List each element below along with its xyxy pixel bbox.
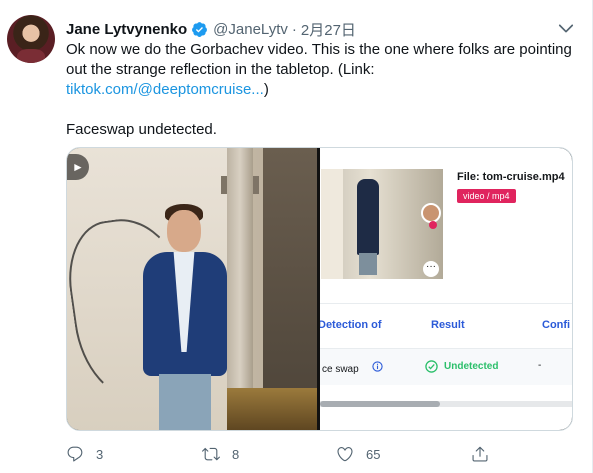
scrollbar-thumb[interactable] — [320, 401, 440, 407]
tweet-media[interactable]: ► ··· File: tom-cruise.mp4 video / mp4 D… — [66, 147, 573, 431]
detection-report: ··· File: tom-cruise.mp4 video / mp4 Det… — [320, 148, 572, 430]
tweet-link[interactable]: tiktok.com/@deeptomcruise... — [66, 81, 264, 98]
video-thumbnail: ··· — [321, 169, 443, 279]
file-label: File: tom-cruise.mp4 — [457, 171, 565, 183]
info-icon — [372, 361, 383, 372]
like-icon — [337, 447, 353, 462]
like-button[interactable]: 65 — [336, 443, 380, 465]
tweet-header: Jane Lytvynenko @JaneLytv · 2月27日 — [66, 19, 356, 39]
tweet-actions: 3 8 65 — [66, 443, 516, 465]
tweet-date[interactable]: 2月27日 — [301, 19, 356, 40]
record-icon — [429, 221, 437, 229]
tweet-text: Ok now we do the Gorbachev video. This i… — [66, 40, 578, 140]
reply-icon — [67, 446, 83, 462]
caret-down-icon[interactable] — [556, 18, 576, 38]
detection-result: Undetected — [444, 361, 499, 372]
reply-button[interactable]: 3 — [66, 443, 103, 465]
column-header-confidence: Confi — [542, 319, 571, 331]
reply-count: 3 — [96, 446, 104, 462]
tweet[interactable]: Jane Lytvynenko @JaneLytv · 2月27日 Ok now… — [0, 0, 593, 473]
file-type-badge: video / mp4 — [457, 189, 516, 203]
tweet-text-line: Faceswap undetected. — [66, 121, 217, 138]
tweet-text-line: Ok now we do the Gorbachev video. This i… — [66, 41, 572, 58]
detection-confidence: - — [538, 360, 542, 371]
tweet-text-line: tiktok.com/@deeptomcruise...) — [66, 80, 578, 100]
author-name[interactable]: Jane Lytvynenko — [66, 21, 187, 38]
tabletop — [227, 388, 317, 430]
detection-name: ce swap — [322, 364, 359, 375]
header-separator: · — [291, 20, 297, 38]
share-button[interactable] — [471, 443, 489, 465]
retweet-icon — [202, 447, 220, 461]
share-icon — [472, 446, 488, 462]
avatar[interactable] — [7, 15, 55, 63]
tweet-text-line: out the strange reflection in the tablet… — [66, 61, 375, 78]
creator-avatar — [421, 203, 441, 223]
check-circle-icon — [425, 360, 438, 373]
column-header-result: Result — [431, 319, 465, 331]
like-count: 65 — [366, 446, 381, 462]
verified-badge-icon — [192, 21, 208, 37]
retweet-button[interactable]: 8 — [202, 443, 239, 465]
column-header-detection: Detection of — [320, 319, 382, 331]
more-icon: ··· — [423, 261, 439, 277]
link-close: ) — [263, 81, 269, 98]
video-frame[interactable]: ► — [67, 148, 317, 430]
retweet-count: 8 — [232, 446, 240, 462]
author-handle[interactable]: @JaneLytv — [213, 21, 288, 38]
